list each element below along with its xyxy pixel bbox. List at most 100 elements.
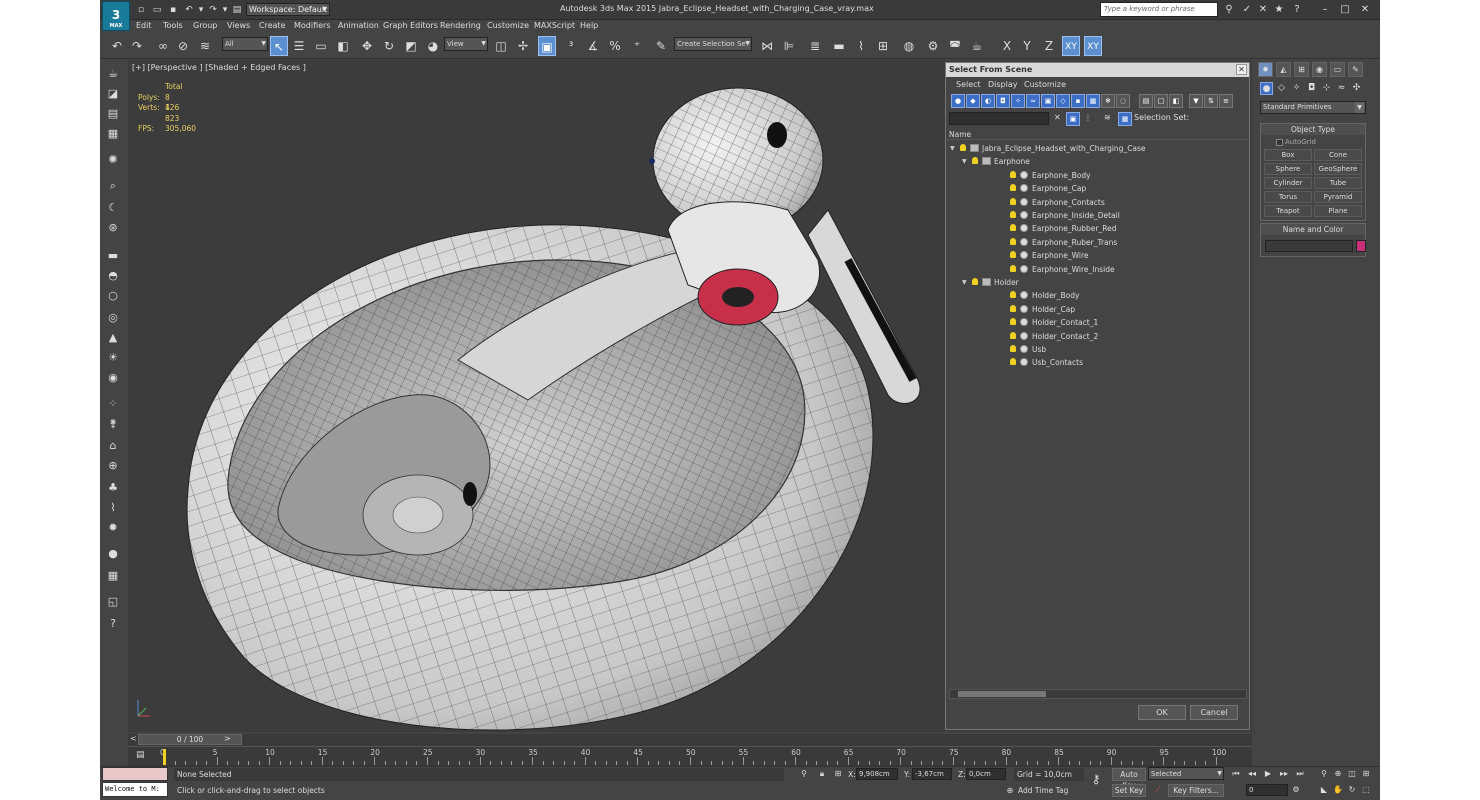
sun-icon[interactable]: ☀ [105,350,121,366]
open-file-icon[interactable]: ▭ [150,3,164,17]
spinner-snap-icon[interactable]: ⁺ [628,36,646,56]
box-button[interactable]: Box [1264,149,1312,161]
set-key-button[interactable]: Set Key [1112,784,1146,797]
filter-shapes-icon[interactable]: ◆ [966,94,980,108]
filter-bones-icon[interactable]: ▪ [1071,94,1085,108]
zoom-extents-all-icon[interactable]: ⊞ [1360,768,1372,780]
dialog-menu-customize[interactable]: Customize [1024,80,1066,89]
geometry-category-icon[interactable]: ● [1260,82,1273,95]
display-tab-icon[interactable]: ▭ [1330,62,1345,77]
lights-category-icon[interactable]: ✧ [1290,82,1303,95]
menu-edit[interactable]: Edit [136,21,152,30]
plane-button[interactable]: Plane [1314,205,1362,217]
time-prev-icon[interactable]: < [130,734,137,743]
key-filters-button[interactable]: Key Filters... [1168,784,1224,797]
display-none-icon[interactable]: □ [1154,94,1168,108]
minimize-icon[interactable]: – [1318,3,1332,17]
constraint-z-button[interactable]: Z [1040,36,1058,56]
teapot-button[interactable]: Teapot [1264,205,1312,217]
dialog-search-input[interactable] [949,112,1049,125]
tree-row[interactable]: Earphone_Cap [946,182,1249,195]
display-invert-icon[interactable]: ◧ [1169,94,1183,108]
filter-geometry-icon[interactable]: ● [951,94,965,108]
time-configuration-icon[interactable]: ⚙ [1290,784,1302,796]
align-icon[interactable]: ⊫ [780,36,798,56]
subscription-icon[interactable]: ✓ [1240,3,1254,17]
select-by-name-icon[interactable]: ☰ [290,36,308,56]
current-frame-marker[interactable] [163,749,166,765]
ok-button[interactable]: OK [1138,705,1186,720]
filter-cameras-icon[interactable]: ◘ [996,94,1010,108]
tree-row[interactable]: Holder_Body [946,289,1249,302]
display-all-icon[interactable]: ▤ [1139,94,1153,108]
search-input[interactable]: Type a keyword or phrase [1100,2,1218,17]
filter-containers-icon[interactable]: ▦ [1086,94,1100,108]
pyramid-button[interactable]: Pyramid [1314,191,1362,203]
select-and-rotate-icon[interactable]: ↻ [380,36,398,56]
maximize-viewport-icon[interactable]: ⬚ [1360,784,1372,796]
auto-key-button[interactable]: Auto Key [1112,768,1146,790]
filter-xrefs-icon[interactable]: ◇ [1056,94,1070,108]
menu-customize[interactable]: Customize [487,21,529,30]
cylinder-button[interactable]: Cylinder [1264,177,1312,189]
maxscript-mini-listener[interactable]: Welcome to M: [102,782,168,797]
menu-modifiers[interactable]: Modifiers [294,21,331,30]
go-to-start-icon[interactable]: ⏮ [1230,768,1242,780]
render-production-icon[interactable]: ☕ [968,36,986,56]
zoom-all-icon[interactable]: ⊕ [1332,768,1344,780]
select-object-icon[interactable]: ↖ [270,36,288,56]
tree-row[interactable]: Holder_Cap [946,303,1249,316]
light-bulb-icon[interactable] [972,278,978,285]
go-to-end-icon[interactable]: ⏭ [1294,768,1306,780]
constraint-y-button[interactable]: Y [1018,36,1036,56]
isolate-selection-icon[interactable]: ⚲ [798,768,810,780]
modify-tab-icon[interactable]: ◭ [1276,62,1291,77]
spacewarps-category-icon[interactable]: ≈ [1335,82,1348,95]
dialog-menu-display[interactable]: Display [988,80,1018,89]
menu-help[interactable]: Help [580,21,598,30]
cone-icon[interactable]: ▲ [105,330,121,346]
light-bulb-icon[interactable] [1010,345,1016,352]
sphere-icon[interactable]: ○ [105,288,121,304]
absolute-mode-icon[interactable]: ⊞ [832,768,844,780]
horizontal-scrollbar[interactable] [949,689,1247,699]
field-of-view-icon[interactable]: ◣ [1318,784,1330,796]
project-folder-icon[interactable]: ▤ [230,3,244,17]
reference-coordinate-dropdown[interactable]: View ▼ [444,37,488,51]
dialog-close-icon[interactable]: ✕ [1236,64,1247,75]
redo-icon[interactable]: ↷ [128,36,146,56]
mini-curve-editor-icon[interactable]: ▤ [136,750,145,760]
constraint-xy-cycle-button[interactable]: XY [1084,36,1102,56]
sphere-button[interactable]: Sphere [1264,163,1312,175]
dialog-menu-select[interactable]: Select [956,80,981,89]
tree-row[interactable]: Earphone_Inside_Detail [946,209,1249,222]
expand-arrow-icon[interactable]: ▼ [962,276,967,289]
torus-button[interactable]: Torus [1264,191,1312,203]
pivot-center-icon[interactable]: ◫ [492,36,510,56]
object-type-header[interactable]: Object Type [1261,124,1365,135]
find-case-icon[interactable]: ⋮ [1084,113,1092,122]
tree-row[interactable]: Earphone_Wire_Inside [946,263,1249,276]
create-tab-icon[interactable]: ✹ [1258,62,1273,77]
disc-icon[interactable]: ◉ [105,370,121,386]
shapes-category-icon[interactable]: ◇ [1275,82,1288,95]
question-icon[interactable]: ? [105,616,121,632]
cookie-icon[interactable]: ✹ [105,520,121,536]
expand-arrow-icon[interactable]: ▼ [950,142,955,155]
save-file-icon[interactable]: ▪ [166,3,180,17]
cameras-category-icon[interactable]: ◘ [1305,82,1318,95]
light-bulb-icon[interactable] [960,144,966,151]
x-coordinate-field[interactable]: 9,908cm [856,768,898,780]
menu-maxscript[interactable]: MAXScript [534,21,575,30]
menu-rendering[interactable]: Rendering [440,21,481,30]
curve-editor-icon[interactable]: ⌇ [852,36,870,56]
teapot-icon[interactable]: ☕ [105,66,121,82]
helper-icon[interactable]: ⌂ [105,438,121,454]
track-bar[interactable]: ▤ 05101520253035404550556065707580859095… [128,746,1252,766]
box-icon[interactable]: ▬ [105,248,121,264]
selection-lock-icon[interactable]: 🔒︎ [816,768,828,780]
clear-search-icon[interactable]: ✕ [1054,113,1061,122]
light-bulb-icon[interactable] [1010,197,1016,205]
tree-row[interactable]: Earphone_Contacts [946,196,1249,209]
object-color-swatch[interactable] [1356,240,1366,252]
